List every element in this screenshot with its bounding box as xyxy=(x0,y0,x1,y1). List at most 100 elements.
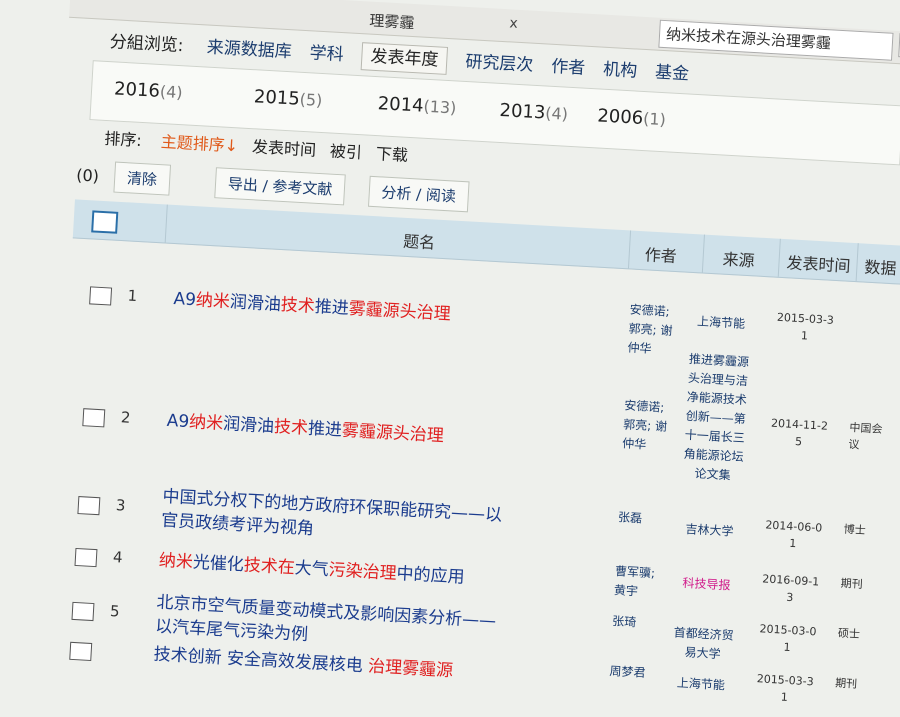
keyword-highlight: 雾霾源头治理 xyxy=(341,420,445,447)
db-line: 硕士 xyxy=(837,626,861,641)
row-checkbox[interactable] xyxy=(74,547,98,568)
table-row: 2 A9纳米润滑油技术推进雾霾源头治理 安德诺; 郭亮; 谢仲华 推进雾霾源 头治理与洁净… xyxy=(66,352,895,482)
row-checkbox[interactable] xyxy=(82,408,106,428)
result-title-link[interactable]: 中国式分权下的地方政府环保职能研究——以 官员政绩考评为视角 xyxy=(160,485,503,552)
result-author[interactable]: 曹军骥; 黄宇 xyxy=(613,562,656,602)
group-option[interactable]: 作者 xyxy=(551,57,586,79)
year-filter-item[interactable]: 2013(4) xyxy=(499,100,569,125)
sort-option[interactable]: 发表时间 xyxy=(252,137,317,160)
keyword-highlight: 纳米 xyxy=(188,412,224,434)
year-filter-item[interactable]: 2016(4) xyxy=(114,78,184,103)
author-line: 张磊 xyxy=(617,510,643,526)
db-line: 博士 xyxy=(843,522,867,538)
year-count: (13) xyxy=(422,96,457,118)
table-row: 3 中国式分权下的地方政府环保职能研究——以 官员政绩考评为视角 张磊 吉林大学 2014… xyxy=(59,477,888,550)
year-value: 2015 xyxy=(253,86,301,110)
result-title-link[interactable]: A9纳米润滑油技术推进雾霾源头治理 xyxy=(173,287,451,326)
result-date: 2014-11-2 5 xyxy=(762,414,836,452)
result-title-link[interactable]: 纳米光催化技术在大气污染治理中的应用 xyxy=(158,549,465,590)
column-header-date[interactable]: 发表时间 xyxy=(786,249,851,277)
author-line: 仲华 xyxy=(621,436,647,452)
author-line: 安德诺; xyxy=(623,398,665,415)
sort-option[interactable]: 主题排序↓ xyxy=(160,132,238,155)
year-count: (1) xyxy=(642,108,667,130)
group-option[interactable]: 机构 xyxy=(603,60,638,82)
year-value: 2016 xyxy=(113,78,161,102)
tab-title[interactable]: 理雾霾 xyxy=(369,10,415,33)
keyword-highlight: 技术在 xyxy=(243,555,296,579)
result-db-type: 硕士 xyxy=(837,625,861,643)
row-checkbox[interactable] xyxy=(71,601,95,622)
result-source[interactable]: 推进雾霾源 头治理与洁 净能源技术 创新——第 十一届长三 角能源论坛 论文集 xyxy=(672,349,759,486)
column-header-db[interactable]: 数据 xyxy=(864,254,897,280)
year-filter-item[interactable]: 2014(13) xyxy=(377,93,457,118)
keyword-highlight: 技术 xyxy=(280,295,316,317)
result-author[interactable]: 张磊 xyxy=(618,508,643,528)
group-option[interactable]: 学科 xyxy=(309,43,344,65)
author-line: 周梦君 xyxy=(609,663,646,680)
year-value: 2013 xyxy=(498,99,546,124)
search-results-page: 理雾霾 x 纳米技术在源头治理雾霾 文献 分組浏览: 来源数据库学科发表年度研究… xyxy=(0,0,900,715)
analyze-button[interactable]: 分析 / 阅读 xyxy=(367,175,470,213)
row-number: 4 xyxy=(112,548,124,567)
year-count: (4) xyxy=(159,81,184,103)
result-db-type: 期刊 xyxy=(840,575,863,593)
title-text: 中的应用 xyxy=(395,563,466,588)
result-author[interactable]: 周梦君 xyxy=(609,662,646,683)
close-icon[interactable]: x xyxy=(509,15,518,31)
row-checkbox[interactable] xyxy=(89,286,113,306)
column-divider xyxy=(627,230,632,269)
clear-button[interactable]: 清除 xyxy=(113,161,171,196)
result-db-type: 期刊 xyxy=(835,675,858,693)
keyword-highlight: 雾霾源头治理 xyxy=(348,298,452,325)
search-input[interactable]: 纳米技术在源头治理雾霾 xyxy=(658,19,894,61)
result-source[interactable]: 吉林大学 xyxy=(669,519,750,542)
column-header-author[interactable]: 作者 xyxy=(644,241,677,267)
year-count: (5) xyxy=(299,89,323,111)
title-text: 润滑油 xyxy=(229,292,282,316)
title-text: 官员政绩考评为视角 xyxy=(160,510,315,540)
keyword-highlight: 治理雾霾源 xyxy=(367,656,454,682)
sort-label: 排序: xyxy=(103,128,143,151)
select-all-checkbox[interactable] xyxy=(91,210,119,234)
column-divider xyxy=(164,204,168,243)
result-db-type: 博士 xyxy=(843,521,866,539)
year-filter-item[interactable]: 2006(1) xyxy=(597,105,667,130)
sort-option[interactable]: 被引 xyxy=(329,142,362,163)
group-option[interactable]: 研究层次 xyxy=(465,52,534,76)
group-browse-label: 分組浏览: xyxy=(109,32,184,57)
result-source[interactable]: 上海节能 xyxy=(660,673,741,696)
author-line: 曹军骥; xyxy=(614,564,656,581)
keyword-highlight: 技术 xyxy=(273,416,309,439)
year-value: 2006 xyxy=(596,105,644,129)
row-number: 1 xyxy=(127,286,138,305)
result-title-link[interactable]: A9纳米润滑油技术推进雾霾源头治理 xyxy=(166,409,444,448)
result-source[interactable]: 首都经济贸 易大学 xyxy=(662,623,744,665)
export-button[interactable]: 导出 / 参考文献 xyxy=(214,167,347,206)
group-option[interactable]: 基金 xyxy=(655,63,690,85)
keyword-highlight: 纳米 xyxy=(195,290,231,313)
row-checkbox[interactable] xyxy=(77,496,101,516)
row-checkbox[interactable] xyxy=(69,641,93,662)
result-db-type: 中国会议 xyxy=(848,419,883,455)
source-line: 上海节能 xyxy=(676,675,726,693)
title-text: 光催化 xyxy=(192,552,245,576)
group-option[interactable]: 发表年度 xyxy=(360,42,449,75)
result-author[interactable]: 安德诺; 郭亮; 谢仲华 xyxy=(622,396,669,455)
column-header-source[interactable]: 来源 xyxy=(722,246,755,272)
result-author[interactable]: 安德诺; 郭亮; 谢仲华 xyxy=(627,301,674,360)
result-source[interactable]: 上海节能 xyxy=(681,311,762,334)
result-source[interactable]: 科技导报 xyxy=(666,573,747,596)
sort-option[interactable]: 下载 xyxy=(375,144,408,165)
title-text: 推进 xyxy=(307,418,343,441)
column-divider xyxy=(701,234,705,273)
result-author[interactable]: 张琦 xyxy=(612,612,637,632)
column-header-title[interactable]: 题名 xyxy=(403,228,436,254)
group-option[interactable]: 来源数据库 xyxy=(206,38,292,63)
column-divider xyxy=(777,238,781,277)
year-value: 2014 xyxy=(377,93,425,117)
results-table-header: 题名 作者 来源 发表时间 数据 xyxy=(72,199,900,285)
year-filter-item[interactable]: 2015(5) xyxy=(253,86,323,111)
title-text: A9 xyxy=(166,410,190,433)
db-line: 议 xyxy=(848,437,860,452)
